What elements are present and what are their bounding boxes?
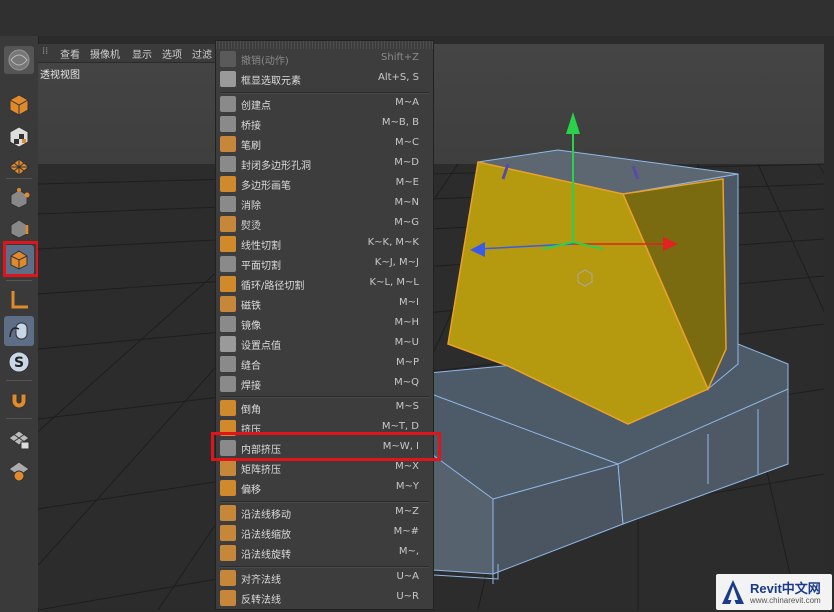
menu-item-stitch[interactable]: 缝合 M~P (216, 354, 433, 374)
edges-mode-icon[interactable] (4, 214, 34, 244)
dissolve-icon (220, 196, 236, 212)
brush-icon (220, 136, 236, 152)
create-point-icon (220, 96, 236, 112)
iron-icon (220, 216, 236, 232)
cube-icon[interactable] (4, 90, 34, 120)
toolbar-separator (6, 418, 32, 419)
viewport-menu-display[interactable]: 显示 (132, 46, 152, 61)
menu-item-bevel[interactable]: 倒角 M~S (216, 398, 433, 418)
menu-item-undo[interactable]: 撤销(动作) Shift+Z (216, 49, 433, 69)
watermark-url: www.chinarevit.com (750, 596, 821, 605)
viewport-menu-filter[interactable]: 过滤 (192, 46, 212, 61)
tweak-mouse-icon[interactable] (4, 316, 34, 346)
polygon-pen-icon (220, 176, 236, 192)
frame-selection-icon (220, 71, 236, 87)
menu-item-matrix-extrude[interactable]: 矩阵挤压 M~X (216, 458, 433, 478)
toolbar-separator (6, 380, 32, 381)
normal-scale-icon (220, 525, 236, 541)
menu-item-plane-cut[interactable]: 平面切割 K~J, M~J (216, 254, 433, 274)
viewport-menu-view[interactable]: 查看 (60, 46, 80, 61)
menu-item-magnet[interactable]: 磁铁 M~I (216, 294, 433, 314)
viewport-menu-options[interactable]: 选项 (162, 46, 182, 61)
menu-item-reverse-normals[interactable]: 反转法线 U~R (216, 588, 433, 608)
snap-s-icon[interactable]: S (4, 347, 34, 377)
toolbar-separator (6, 178, 32, 179)
mirror-icon (220, 316, 236, 332)
magnet-icon (220, 296, 236, 312)
line-cut-icon (220, 236, 236, 252)
magnet-icon[interactable] (4, 385, 34, 415)
watermark: Revit中文网 www.chinarevit.com (716, 574, 832, 610)
polygons-mode-highlight (3, 241, 39, 277)
weld-icon (220, 376, 236, 392)
menubar-grip-icon: ⁞⁞ (42, 46, 49, 57)
menu-item-frame-selection[interactable]: 框显选取元素 Alt+S, S (216, 69, 433, 89)
set-point-value-icon (220, 336, 236, 352)
menu-item-normal-rotate[interactable]: 沿法线旋转 M~, (216, 543, 433, 563)
normal-move-icon (220, 505, 236, 521)
bevel-icon (220, 400, 236, 416)
toolbar-separator (6, 280, 32, 281)
menu-item-line-cut[interactable]: 线性切割 K~K, M~K (216, 234, 433, 254)
matrix-extrude-icon (220, 460, 236, 476)
menu-item-dissolve[interactable]: 消除 M~N (216, 194, 433, 214)
menu-item-close-hole[interactable]: 封闭多边形孔洞 M~D (216, 154, 433, 174)
mesh-context-menu: 撤销(动作) Shift+Z 框显选取元素 Alt+S, S 创建点 M~A 桥… (215, 40, 435, 610)
align-normals-icon (220, 570, 236, 586)
menu-item-loop-cut[interactable]: 循环/路径切割 K~L, M~L (216, 274, 433, 294)
bridge-icon (220, 116, 236, 132)
menu-item-weld[interactable]: 焊接 M~Q (216, 374, 433, 394)
menu-item-polygon-pen[interactable]: 多边形画笔 M~E (216, 174, 433, 194)
offset-icon (220, 480, 236, 496)
watermark-title: Revit中文网 (750, 581, 821, 596)
stitch-icon (220, 356, 236, 372)
menu-item-align-normals[interactable]: 对齐法线 U~A (216, 568, 433, 588)
plane-cut-icon (220, 256, 236, 272)
menu-item-offset[interactable]: 偏移 M~Y (216, 478, 433, 498)
menu-item-normal-scale[interactable]: 沿法线缩放 M~# (216, 523, 433, 543)
menu-item-set-point-value[interactable]: 设置点值 M~U (216, 334, 433, 354)
undo-icon (220, 51, 236, 67)
top-bar (0, 0, 834, 36)
axis-mode-icon[interactable] (4, 285, 34, 315)
menu-item-iron[interactable]: 熨烫 M~G (216, 214, 433, 234)
menu-item-brush[interactable]: 笔刷 M~C (216, 134, 433, 154)
checker-cube-icon[interactable] (4, 122, 34, 152)
menu-item-bridge[interactable]: 桥接 M~B, B (216, 114, 433, 134)
app-logo-icon (4, 46, 34, 74)
close-hole-icon (220, 156, 236, 172)
revit-logo-icon (722, 580, 744, 604)
extrude-inner-highlight (211, 432, 441, 461)
svg-text:S: S (14, 355, 24, 371)
menu-item-create-point[interactable]: 创建点 M~A (216, 94, 433, 114)
normal-rotate-icon (220, 545, 236, 561)
viewport-label: 透视视图 (40, 70, 80, 81)
reverse-normals-icon (220, 590, 236, 606)
workplane-icon[interactable] (4, 456, 34, 486)
menu-item-mirror[interactable]: 镜像 M~H (216, 314, 433, 334)
points-mode-icon[interactable] (4, 184, 34, 214)
viewport-menu-camera[interactable]: 摄像机 (90, 46, 120, 61)
lock-grid-icon[interactable] (4, 424, 34, 454)
menu-grip[interactable] (216, 41, 435, 49)
loop-cut-icon (220, 276, 236, 292)
menu-item-normal-move[interactable]: 沿法线移动 M~Z (216, 503, 433, 523)
